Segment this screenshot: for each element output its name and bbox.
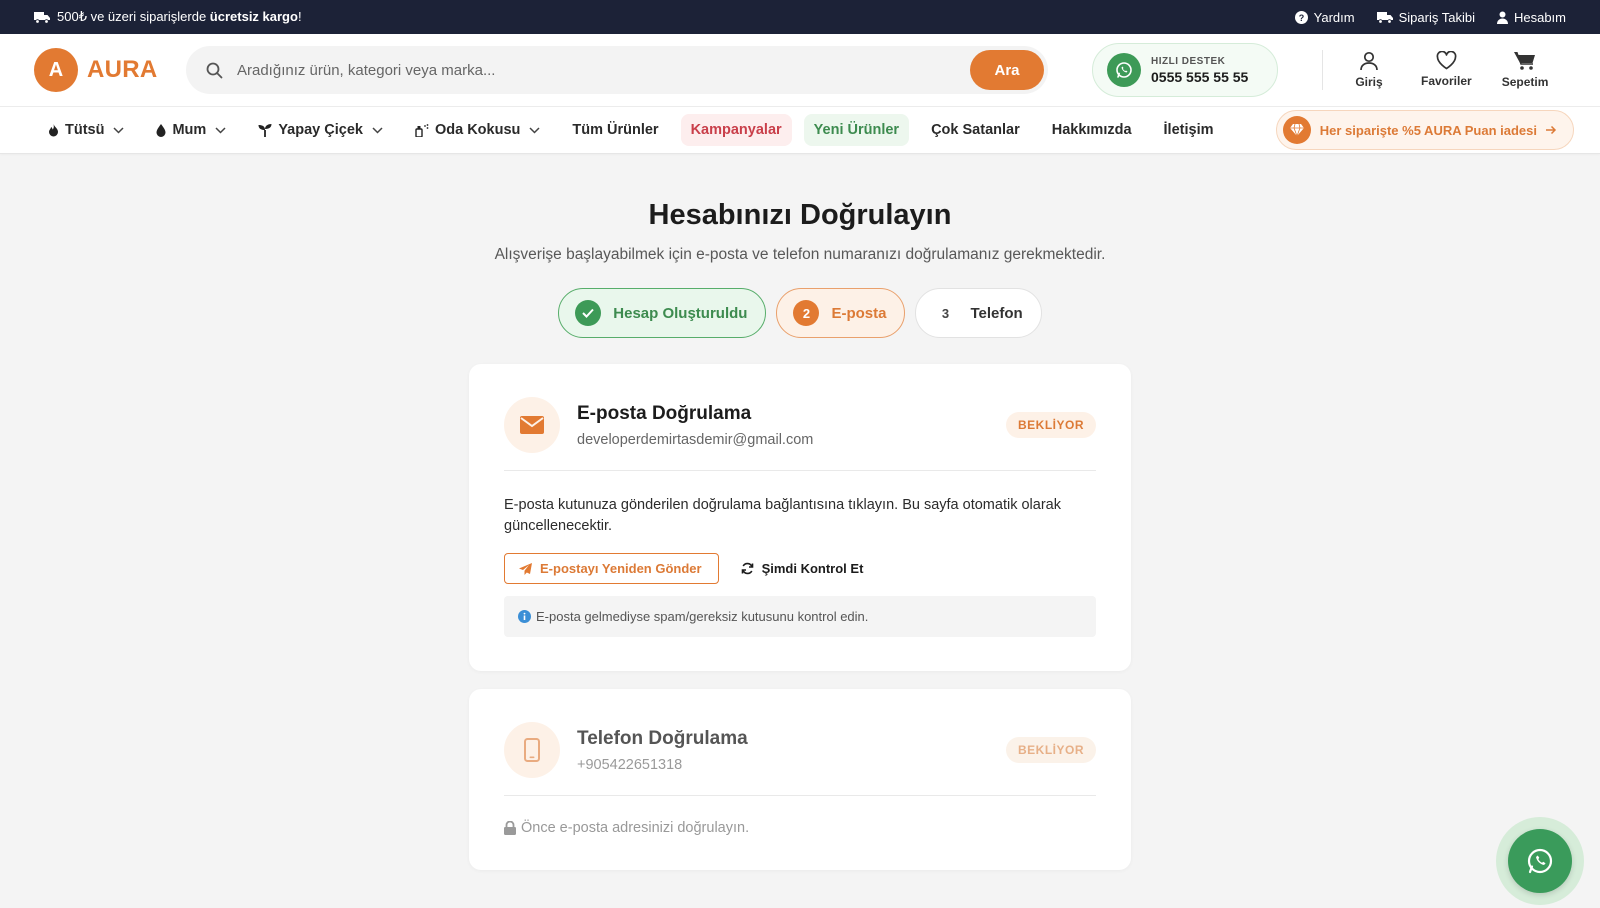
step-account-created: Hesap Oluşturuldu: [558, 288, 767, 338]
spray-bottle-icon: [415, 123, 429, 137]
support-phone: 0555 555 55 55: [1151, 68, 1249, 85]
whatsapp-icon: [1107, 53, 1141, 87]
main-navigation: Tütsü Mum Yapay Çiçek Oda Kokusu Tüm Ürü…: [0, 107, 1600, 154]
seedling-icon: [258, 123, 272, 137]
email-verification-card: E-posta Doğrulama developerdemirtasdemir…: [469, 364, 1131, 671]
logo-text: AURA: [87, 56, 158, 83]
chevron-down-icon: [215, 126, 226, 134]
check-icon: [575, 300, 602, 326]
heart-icon: [1436, 51, 1457, 70]
locked-message: Önce e-posta adresinizi doğrulayın.: [504, 820, 1096, 836]
page-title: Hesabınızı Doğrulayın: [648, 199, 952, 231]
svg-text:?: ?: [1298, 13, 1304, 23]
cart-icon: [1514, 51, 1536, 71]
nav-yeni-urunler[interactable]: Yeni Ürünler: [803, 114, 910, 146]
email-address: developerdemirtasdemir@gmail.com: [577, 431, 814, 448]
resend-email-button[interactable]: E-postayı Yeniden Gönder: [504, 553, 719, 584]
step-phone: 3 Telefon: [915, 288, 1042, 338]
search-button[interactable]: Ara: [970, 50, 1044, 90]
whatsapp-float-button[interactable]: [1496, 817, 1584, 905]
user-icon: [1496, 11, 1508, 24]
page-subtitle: Alışverişe başlayabilmek için e-posta ve…: [494, 246, 1106, 263]
info-icon: [518, 610, 531, 623]
nav-yapay-cicek[interactable]: Yapay Çiçek: [248, 114, 393, 146]
check-now-button[interactable]: Şimdi Kontrol Et: [741, 561, 863, 576]
refresh-icon: [741, 562, 754, 575]
top-announcement-bar: 500₺ ve üzeri siparişlerde ücretsiz karg…: [0, 0, 1600, 34]
login-button[interactable]: Giriş: [1347, 51, 1391, 89]
help-link[interactable]: ? Yardım: [1294, 10, 1355, 25]
truck-icon: [1376, 11, 1393, 24]
points-promo-banner[interactable]: Her siparişte %5 AURA Puan iadesi: [1275, 110, 1574, 150]
quick-support[interactable]: HIZLI DESTEK 0555 555 55 55: [1092, 43, 1278, 97]
search-icon: [206, 62, 223, 79]
truck-icon: [34, 11, 50, 24]
favorites-button[interactable]: Favoriler: [1421, 51, 1472, 89]
paper-plane-icon: [519, 562, 532, 575]
nav-hakkimizda[interactable]: Hakkımızda: [1042, 114, 1142, 146]
search-bar: Ara: [186, 46, 1048, 94]
chevron-down-icon: [372, 126, 383, 134]
nav-tutsu[interactable]: Tütsü: [38, 114, 134, 146]
support-label: HIZLI DESTEK: [1151, 55, 1226, 67]
arrow-right-icon: [1546, 125, 1557, 135]
question-circle-icon: ?: [1294, 10, 1308, 24]
logo[interactable]: A AURA: [34, 48, 186, 92]
lock-icon: [504, 821, 516, 835]
phone-verification-card: Telefon Doğrulama +905422651318 BEKLİYOR…: [469, 689, 1131, 870]
spam-hint: E-posta gelmediyse spam/gereksiz kutusun…: [504, 596, 1096, 637]
chevron-down-icon: [113, 126, 124, 134]
site-header: A AURA Ara HIZLI DESTEK 0555 555 55 55 G…: [0, 34, 1600, 107]
account-link[interactable]: Hesabım: [1496, 10, 1566, 25]
search-input[interactable]: [237, 61, 970, 79]
phone-number: +905422651318: [577, 756, 683, 773]
chevron-down-icon: [529, 126, 540, 134]
step-email: 2 E-posta: [776, 288, 906, 338]
step-number: 2: [793, 300, 820, 326]
nav-mum[interactable]: Mum: [146, 114, 236, 146]
status-badge: BEKLİYOR: [1005, 412, 1096, 438]
nav-kampanyalar[interactable]: Kampanyalar: [680, 114, 792, 146]
whatsapp-icon: [1508, 829, 1572, 893]
status-badge: BEKLİYOR: [1005, 737, 1096, 763]
header-divider: [1322, 50, 1323, 90]
envelope-icon: [504, 397, 560, 453]
nav-tum-urunler[interactable]: Tüm Ürünler: [562, 114, 668, 146]
card-title: E-posta Doğrulama: [577, 402, 752, 424]
shipping-promo: 500₺ ve üzeri siparişlerde ücretsiz karg…: [34, 9, 302, 25]
logo-mark: A: [34, 48, 78, 92]
card-title: Telefon Doğrulama: [577, 727, 748, 749]
nav-oda-kokusu[interactable]: Oda Kokusu: [405, 114, 550, 146]
gem-icon: [1282, 116, 1311, 144]
nav-cok-satanlar[interactable]: Çok Satanlar: [921, 114, 1030, 146]
order-tracking-link[interactable]: Sipariş Takibi: [1376, 10, 1475, 25]
verification-page: Hesabınızı Doğrulayın Alışverişe başlaya…: [0, 155, 1600, 870]
flame-icon: [48, 123, 59, 137]
drop-icon: [156, 123, 166, 137]
instructions-text: E-posta kutunuza gönderilen doğrulama ba…: [504, 497, 1061, 534]
nav-iletisim[interactable]: İletişim: [1154, 114, 1224, 146]
progress-steps: Hesap Oluşturuldu 2 E-posta 3 Telefon: [0, 288, 1600, 338]
user-outline-icon: [1359, 51, 1379, 71]
mobile-phone-icon: [504, 722, 560, 778]
step-number: 3: [941, 305, 950, 321]
cart-button[interactable]: Sepetim: [1502, 51, 1548, 89]
